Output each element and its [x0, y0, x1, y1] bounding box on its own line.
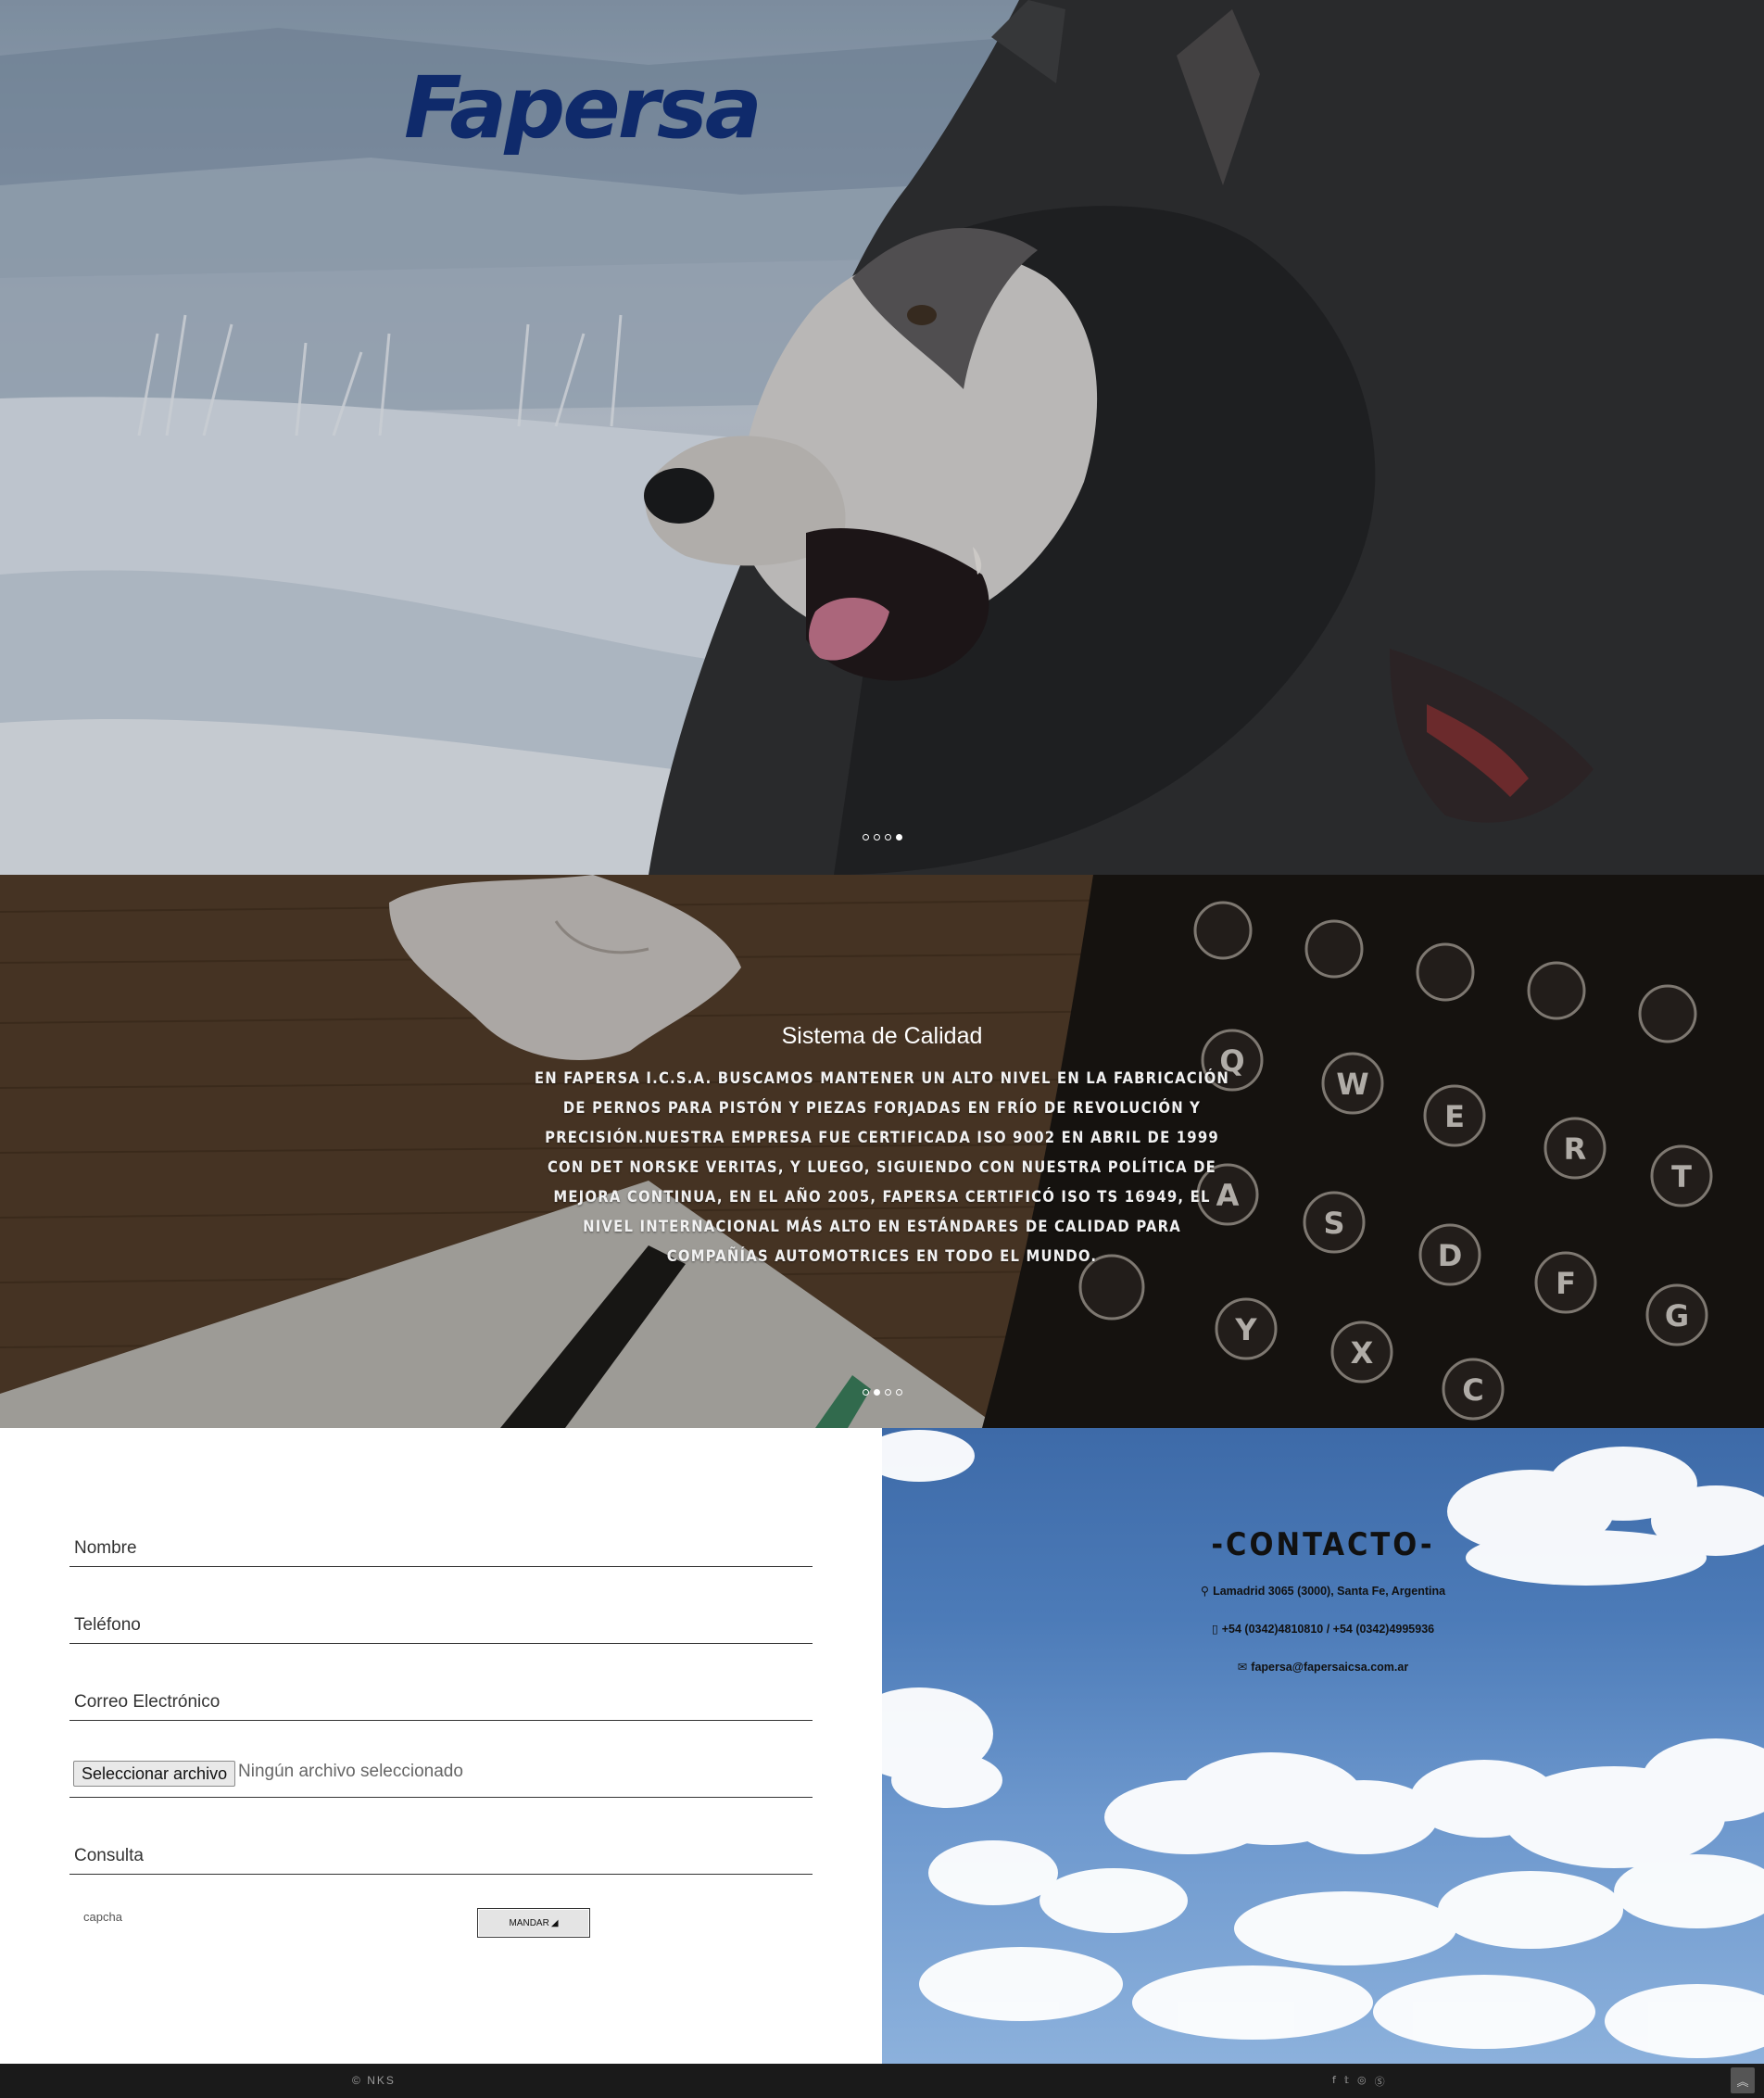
hero-slide-dot-1[interactable] [863, 834, 869, 840]
quality-slide-dot-2[interactable] [874, 1389, 880, 1396]
contact-email[interactable]: ✉ fapersa@fapersaicsa.com.ar [882, 1660, 1764, 1674]
contact-phone: ▯ +54 (0342)4810810 / +54 (0342)4995936 [882, 1622, 1764, 1636]
hero-slide-dot-3[interactable] [885, 834, 891, 840]
phone-field-label: Teléfono [74, 1615, 141, 1635]
quality-slider-dots [863, 1389, 902, 1396]
hero-overlay [0, 0, 1764, 875]
quality-section: QWE RT ASD FG YXC Sistema de Calidad En … [0, 875, 1764, 1428]
footer: © NKS f 𝕥 ◎ Ⓢ ︽ [0, 2064, 1764, 2098]
select-file-button[interactable]: Seleccionar archivo [73, 1761, 236, 1787]
file-upload-field: Seleccionar archivo Ningún archivo selec… [69, 1751, 813, 1798]
name-field[interactable]: Nombre [69, 1530, 813, 1567]
contact-email-text[interactable]: fapersa@fapersaicsa.com.ar [1251, 1661, 1408, 1674]
sky-background-image [882, 1430, 1764, 2058]
contact-address: ⚲ Lamadrid 3065 (3000), Santa Fe, Argenti… [882, 1584, 1764, 1598]
quality-description: En Fapersa I.C.S.A. buscamos mantener un… [534, 1069, 1230, 1265]
contact-address-text: Lamadrid 3065 (3000), Santa Fe, Argentin… [1213, 1585, 1446, 1598]
hero-slider: Fapersa [0, 0, 1764, 875]
footer-credit-text: NKS [367, 2074, 396, 2087]
hero-slide-dot-4[interactable] [896, 834, 902, 840]
contact-form: Nombre Teléfono Correo Electrónico Selec… [0, 1428, 882, 2064]
send-button[interactable]: MANDAR ◢ [477, 1908, 590, 1938]
send-button-label: MANDAR [509, 1917, 549, 1928]
query-field-label: Consulta [74, 1846, 144, 1865]
captcha-placeholder: capcha [83, 1910, 122, 1924]
contact-info-panel: -CONTACTO- ⚲ Lamadrid 3065 (3000), Santa … [882, 1428, 1764, 2064]
envelope-icon: ✉ [1237, 1661, 1248, 1674]
logo-text: Fapersa [404, 58, 762, 158]
send-icon: ◢ [550, 1917, 559, 1928]
quality-title: Sistema de Calidad [781, 1023, 983, 1049]
twitter-icon[interactable]: 𝕥 [1344, 2074, 1349, 2089]
phone-field[interactable]: Teléfono [69, 1607, 813, 1644]
fapersa-logo[interactable]: Fapersa [404, 57, 762, 169]
contact-phone-text: +54 (0342)4810810 / +54 (0342)4995936 [1221, 1623, 1435, 1636]
email-field[interactable]: Correo Electrónico [69, 1684, 813, 1721]
hero-slider-dots [863, 834, 902, 840]
file-status-text: Ningún archivo seleccionado [238, 1762, 463, 1781]
name-field-label: Nombre [74, 1538, 137, 1558]
footer-credit[interactable]: © NKS [352, 2074, 396, 2087]
back-to-top-button[interactable]: ︽ [1731, 2067, 1755, 2093]
hero-slide-dot-2[interactable] [874, 834, 880, 840]
email-field-label: Correo Electrónico [74, 1692, 220, 1712]
dribbble-icon[interactable]: ◎ [1357, 2074, 1367, 2089]
quality-slide-dot-1[interactable] [863, 1389, 869, 1396]
contact-title: -CONTACTO- [1211, 1526, 1435, 1563]
double-chevron-up-icon: ︽ [1736, 2075, 1749, 2090]
quality-slide-dot-4[interactable] [896, 1389, 902, 1396]
mobile-phone-icon: ▯ [1211, 1623, 1218, 1636]
facebook-icon[interactable]: f [1332, 2074, 1336, 2089]
quality-slide-dot-3[interactable] [885, 1389, 891, 1396]
social-links: f 𝕥 ◎ Ⓢ [1332, 2074, 1385, 2089]
skype-icon[interactable]: Ⓢ [1375, 2074, 1385, 2089]
query-field[interactable]: Consulta [69, 1838, 813, 1875]
map-marker-icon: ⚲ [1200, 1585, 1210, 1598]
copyright-icon: © [352, 2074, 362, 2087]
